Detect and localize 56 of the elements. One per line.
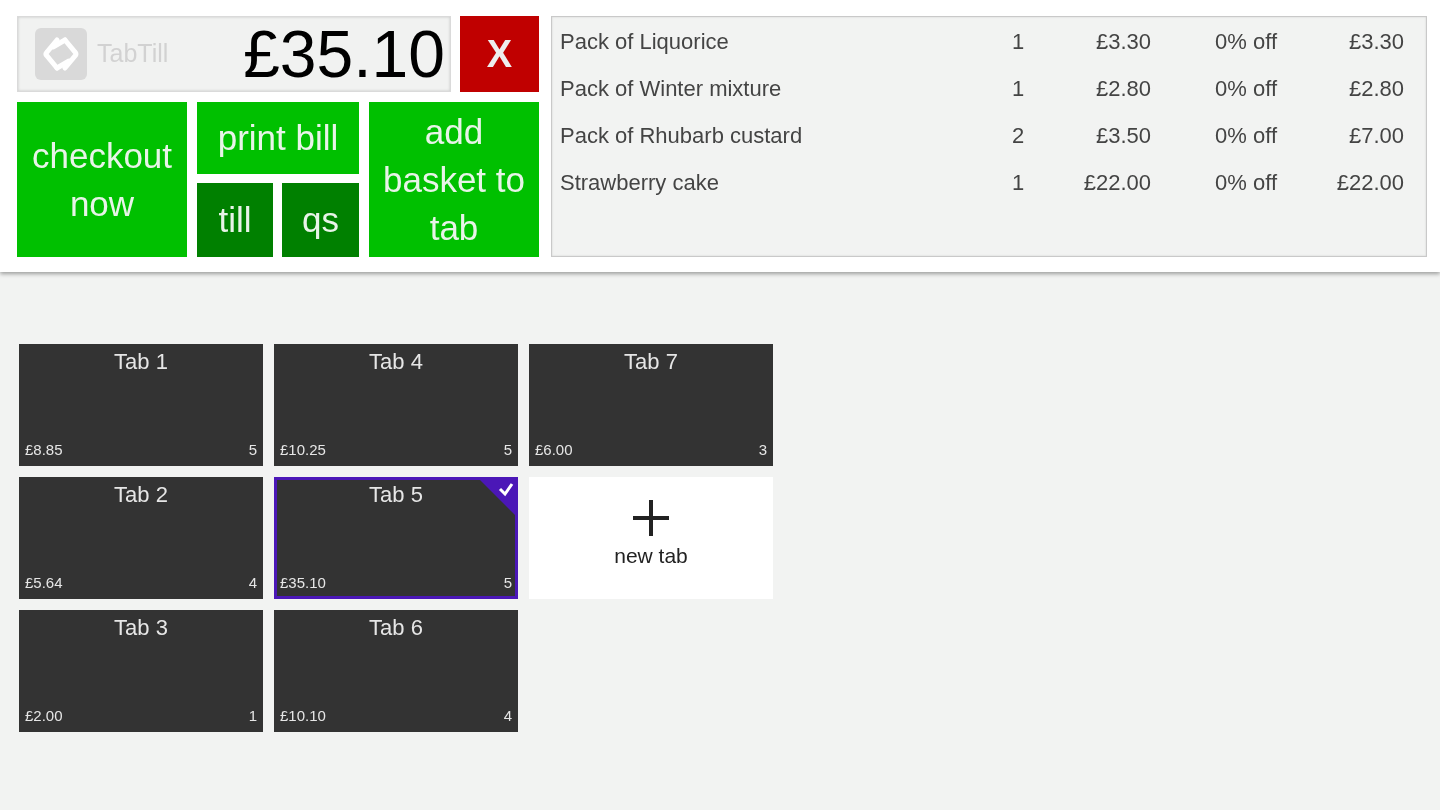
- item-total: £7.00: [1347, 122, 1404, 150]
- tab-amount: £10.25: [280, 440, 326, 460]
- tab-amount: £5.64: [25, 573, 63, 593]
- tab-name: Tab 4: [369, 348, 423, 376]
- till-button[interactable]: till: [197, 183, 273, 257]
- item-quantity: 2: [1010, 122, 1026, 150]
- qs-button[interactable]: qs: [282, 183, 359, 257]
- item-name: Pack of Winter mixture: [560, 75, 783, 103]
- item-total: £2.80: [1347, 75, 1404, 103]
- tab-tile[interactable]: Tab 6 £10.10 4: [274, 610, 518, 732]
- tab-name: Tab 1: [114, 348, 168, 376]
- item-discount: 0% off: [1214, 169, 1277, 197]
- tab-tile[interactable]: Tab 2 £5.64 4: [19, 477, 263, 599]
- item-count: 5: [503, 573, 512, 593]
- item-discount: 0% off: [1214, 75, 1277, 103]
- tab-amount: £10.10: [280, 706, 326, 726]
- plus-icon: [633, 500, 669, 536]
- item-name: Pack of Rhubarb custard: [560, 122, 804, 150]
- item-price: £3.50: [1094, 122, 1151, 150]
- item-price: £22.00: [1082, 169, 1151, 197]
- tab-amount: £8.85: [25, 440, 63, 460]
- item-discount: 0% off: [1214, 28, 1277, 56]
- total-amount: £35.10: [243, 21, 445, 87]
- new-tab-button[interactable]: new tab: [529, 477, 773, 599]
- tab-amount: £35.10: [280, 573, 326, 593]
- tab-amount: £2.00: [25, 706, 63, 726]
- item-total: £3.30: [1347, 28, 1404, 56]
- tab-name: Tab 7: [624, 348, 678, 376]
- tab-tile[interactable]: Tab 5 £35.10 5: [274, 477, 518, 599]
- tab-tile[interactable]: Tab 4 £10.25 5: [274, 344, 518, 466]
- tab-amount: £6.00: [535, 440, 573, 460]
- logo-icon: [35, 28, 87, 80]
- tab-name: Tab 6: [369, 614, 423, 642]
- item-price: £3.30: [1094, 28, 1151, 56]
- item-count: 5: [248, 440, 257, 460]
- tab-name: Tab 3: [114, 614, 168, 642]
- close-button[interactable]: X: [460, 16, 539, 92]
- tab-tile[interactable]: Tab 3 £2.00 1: [19, 610, 263, 732]
- tab-tile[interactable]: Tab 1 £8.85 5: [19, 344, 263, 466]
- item-count: 5: [503, 440, 512, 460]
- check-corner-icon: [480, 480, 515, 515]
- item-quantity: 1: [1010, 28, 1026, 56]
- item-discount: 0% off: [1214, 122, 1277, 150]
- item-count: 4: [248, 573, 257, 593]
- tab-name: Tab 5: [369, 481, 423, 509]
- item-price: £2.80: [1094, 75, 1151, 103]
- item-name: Strawberry cake: [560, 169, 720, 197]
- tab-name: Tab 2: [114, 481, 168, 509]
- item-quantity: 1: [1010, 75, 1026, 103]
- item-name: Pack of Liquorice: [560, 28, 730, 56]
- item-quantity: 1: [1010, 169, 1026, 197]
- item-count: 3: [758, 440, 767, 460]
- item-count: 1: [248, 706, 257, 726]
- item-count: 4: [503, 706, 512, 726]
- item-total: £22.00: [1335, 169, 1404, 197]
- tab-tile[interactable]: Tab 7 £6.00 3: [529, 344, 773, 466]
